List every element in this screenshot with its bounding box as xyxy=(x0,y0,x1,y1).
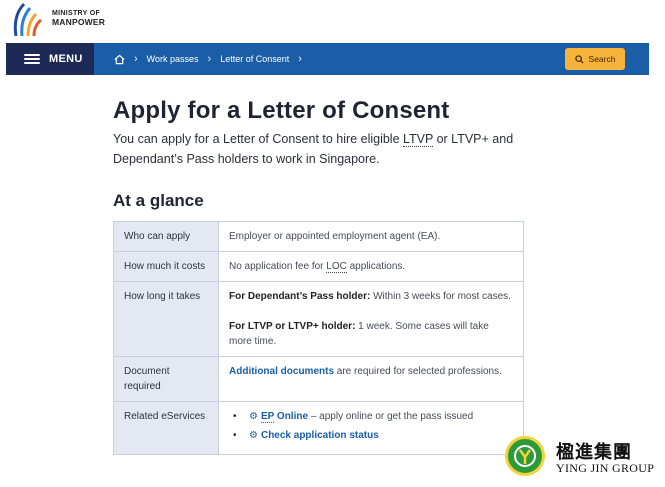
main-navbar: MENU › Work passes › Letter of Consent ›… xyxy=(6,43,649,75)
eservices-list: ⚙EP Online – apply online or get the pas… xyxy=(229,409,513,443)
table-row: How long it takes For Dependant’s Pass h… xyxy=(113,281,524,357)
duration-dp-label: For Dependant’s Pass holder: xyxy=(229,291,371,302)
row-key: Document required xyxy=(113,356,219,402)
gear-icon: ⚙ xyxy=(249,411,258,422)
gear-icon: ⚙ xyxy=(249,430,258,441)
check-status-link[interactable]: Check application status xyxy=(261,430,379,441)
section-title: At a glance xyxy=(113,191,204,210)
chevron-right-icon: › xyxy=(134,53,138,65)
ltvp-abbr[interactable]: LTVP xyxy=(403,132,434,147)
search-label: Search xyxy=(588,54,616,64)
breadcrumb-work-passes[interactable]: Work passes xyxy=(147,54,199,64)
row-key: How long it takes xyxy=(113,281,219,357)
ep-abbr[interactable]: EP xyxy=(260,411,275,423)
logo-line2: MANPOWER xyxy=(52,17,106,27)
mom-logo[interactable]: MINISTRY OF MANPOWER xyxy=(10,2,105,38)
row-value: ⚙EP Online – apply online or get the pas… xyxy=(218,401,524,455)
duration-ltvp-label: For LTVP or LTVP+ holder: xyxy=(229,321,356,332)
breadcrumb: › Work passes › Letter of Consent › xyxy=(114,43,311,75)
watermark-emblem-icon xyxy=(505,436,545,476)
menu-label: MENU xyxy=(49,53,83,65)
mom-emblem-icon xyxy=(13,2,42,37)
duration-dp: For Dependant’s Pass holder: Within 3 we… xyxy=(229,289,513,304)
menu-button[interactable]: MENU xyxy=(6,43,94,75)
table-row: Who can apply Employer or appointed empl… xyxy=(113,221,524,252)
loc-abbr[interactable]: LOC xyxy=(326,261,347,273)
row-value: For Dependant’s Pass holder: Within 3 we… xyxy=(218,281,524,357)
chevron-right-icon: › xyxy=(298,53,302,65)
value-part: applications. xyxy=(346,261,406,272)
value-part: are required for selected professions. xyxy=(334,366,502,377)
chevron-right-icon: › xyxy=(207,53,212,65)
main-content: Apply for a Letter of Consent You can ap… xyxy=(113,96,533,211)
list-item: ⚙Check application status xyxy=(229,428,513,443)
at-a-glance-table: Who can apply Employer or appointed empl… xyxy=(113,221,524,455)
row-value: Employer or appointed employment agent (… xyxy=(218,221,524,252)
row-value: Additional documents are required for se… xyxy=(218,356,524,402)
value-part: No application fee for xyxy=(229,261,327,272)
page-title: Apply for a Letter of Consent xyxy=(113,97,450,124)
ep-online-desc: – apply online or get the pass issued xyxy=(308,411,474,422)
row-key: Who can apply xyxy=(113,221,219,252)
hamburger-icon xyxy=(24,54,40,64)
breadcrumb-letter-of-consent[interactable]: Letter of Consent xyxy=(220,54,289,64)
table-row: Related eServices ⚙EP Online – apply onl… xyxy=(113,401,524,455)
duration-dp-text: Within 3 weeks for most cases. xyxy=(370,291,511,302)
table-row: How much it costs No application fee for… xyxy=(113,251,524,282)
table-row: Document required Additional documents a… xyxy=(113,356,524,402)
ep-online-link[interactable]: EP Online xyxy=(260,411,309,423)
additional-documents-link[interactable]: Additional documents xyxy=(229,366,334,377)
watermark-en: YING JIN GROUP xyxy=(556,461,655,475)
search-icon xyxy=(574,54,584,64)
intro-part: You can apply for a Letter of Consent to… xyxy=(113,132,404,146)
duration-ltvp: For LTVP or LTVP+ holder: 1 week. Some c… xyxy=(229,319,513,349)
ep-online-label: Online xyxy=(274,411,309,422)
search-button[interactable]: Search xyxy=(565,48,625,70)
logo-wordmark: MINISTRY OF MANPOWER xyxy=(52,10,105,26)
row-key: How much it costs xyxy=(113,251,219,282)
home-icon[interactable] xyxy=(114,54,125,65)
list-item: ⚙EP Online – apply online or get the pas… xyxy=(229,409,513,424)
intro-text: You can apply for a Letter of Consent to… xyxy=(113,129,533,169)
row-key: Related eServices xyxy=(113,401,219,455)
watermark: 楹進集團 YING JIN GROUP xyxy=(505,436,661,482)
row-value: No application fee for LOC applications. xyxy=(218,251,524,282)
